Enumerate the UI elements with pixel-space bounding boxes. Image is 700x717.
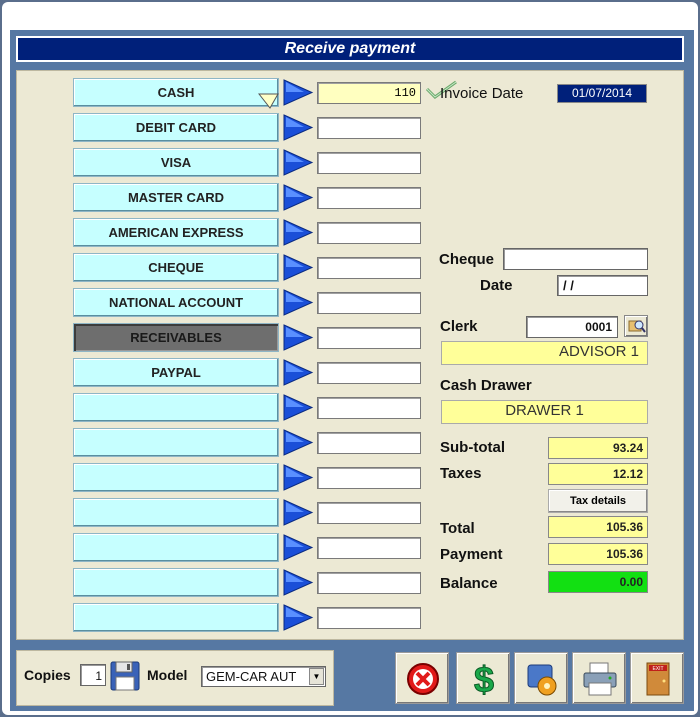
payment-method-button[interactable]: CHEQUE bbox=[73, 253, 279, 282]
payment-method-button[interactable]: PAYPAL bbox=[73, 358, 279, 387]
fill-amount-arrow-icon[interactable] bbox=[282, 253, 314, 282]
payment-method-button[interactable]: CASH bbox=[73, 78, 279, 107]
payment-amount-input[interactable] bbox=[317, 502, 421, 524]
printer-icon bbox=[583, 662, 617, 696]
subtotal-label: Sub-total bbox=[440, 439, 505, 456]
cheque-label: Cheque bbox=[439, 251, 495, 268]
total-label: Total bbox=[440, 520, 475, 537]
invoice-date-label: Invoice Date bbox=[440, 85, 524, 102]
cancel-button[interactable] bbox=[395, 652, 449, 704]
lookup-icon bbox=[628, 320, 646, 333]
payment-amount-input[interactable] bbox=[317, 537, 421, 559]
model-select[interactable]: GEM-CAR AUT ▼ bbox=[201, 666, 326, 687]
payment-label: Payment bbox=[440, 546, 503, 563]
fill-amount-arrow-icon[interactable] bbox=[282, 463, 314, 492]
cheque-date-label: Date bbox=[480, 277, 513, 294]
copies-input[interactable]: 1 bbox=[80, 664, 106, 686]
payment-amount-input[interactable]: 110 bbox=[317, 82, 421, 104]
cash-drawer-display: DRAWER 1 bbox=[441, 400, 648, 424]
gear-icon bbox=[527, 664, 557, 696]
taxes-label: Taxes bbox=[440, 465, 482, 482]
model-label: Model bbox=[147, 667, 188, 683]
fill-amount-arrow-icon[interactable] bbox=[282, 113, 314, 142]
dialog-title: Receive payment bbox=[16, 36, 684, 62]
fill-amount-arrow-icon[interactable] bbox=[282, 603, 314, 632]
cheque-number-input[interactable] bbox=[503, 248, 648, 270]
clerk-label: Clerk bbox=[440, 318, 478, 335]
copies-label: Copies bbox=[24, 667, 71, 683]
payment-amount-input[interactable] bbox=[317, 187, 421, 209]
fill-amount-arrow-icon[interactable] bbox=[282, 533, 314, 562]
clerk-name-display: ADVISOR 1 bbox=[441, 341, 648, 365]
payment-amount-input[interactable] bbox=[317, 152, 421, 174]
svg-text:EXIT: EXIT bbox=[652, 666, 663, 672]
payment-amount-input[interactable] bbox=[317, 362, 421, 384]
fill-amount-arrow-icon[interactable] bbox=[282, 148, 314, 177]
fill-amount-arrow-icon[interactable] bbox=[282, 498, 314, 527]
taxes-value: 12.12 bbox=[548, 463, 648, 485]
chevron-down-icon[interactable]: ▼ bbox=[309, 668, 324, 685]
cheque-date-input[interactable]: / / bbox=[557, 275, 648, 296]
invoice-date-field[interactable]: 01/07/2014 bbox=[557, 84, 647, 103]
payment-method-button[interactable]: NATIONAL ACCOUNT bbox=[73, 288, 279, 317]
fill-amount-arrow-icon[interactable] bbox=[282, 218, 314, 247]
clerk-lookup-button[interactable] bbox=[624, 315, 648, 337]
accept-payment-button[interactable]: $ bbox=[456, 652, 510, 704]
print-button[interactable] bbox=[572, 652, 626, 704]
payment-method-button[interactable]: AMERICAN EXPRESS bbox=[73, 218, 279, 247]
total-value: 105.36 bbox=[548, 516, 648, 538]
tax-details-button[interactable]: Tax details bbox=[548, 489, 648, 513]
payment-method-button[interactable] bbox=[73, 498, 279, 527]
dollar-icon: $ bbox=[473, 659, 494, 699]
save-button[interactable] bbox=[108, 659, 144, 693]
cash-drawer-label: Cash Drawer bbox=[440, 377, 532, 394]
fill-amount-arrow-icon[interactable] bbox=[282, 78, 314, 107]
settings-button[interactable] bbox=[514, 652, 568, 704]
payment-amount-input[interactable] bbox=[317, 397, 421, 419]
fill-amount-arrow-icon[interactable] bbox=[282, 288, 314, 317]
fill-amount-arrow-icon[interactable] bbox=[282, 323, 314, 352]
payment-method-button[interactable]: VISA bbox=[73, 148, 279, 177]
exit-door-icon: EXIT bbox=[646, 662, 670, 696]
payment-amount-input[interactable] bbox=[317, 222, 421, 244]
payment-amount-input[interactable] bbox=[317, 467, 421, 489]
fill-amount-arrow-icon[interactable] bbox=[282, 428, 314, 457]
payment-method-button[interactable]: RECEIVABLES bbox=[73, 323, 279, 352]
payment-amount-input[interactable] bbox=[317, 292, 421, 314]
payment-method-button[interactable] bbox=[73, 603, 279, 632]
payment-method-button[interactable]: MASTER CARD bbox=[73, 183, 279, 212]
fill-amount-arrow-icon[interactable] bbox=[282, 568, 314, 597]
exit-button[interactable]: EXIT bbox=[630, 652, 684, 704]
model-select-value: GEM-CAR AUT bbox=[206, 669, 297, 684]
payment-method-button[interactable] bbox=[73, 428, 279, 457]
payment-method-button[interactable] bbox=[73, 533, 279, 562]
balance-value: 0.00 bbox=[548, 571, 648, 593]
payment-value: 105.36 bbox=[548, 543, 648, 565]
fill-amount-arrow-icon[interactable] bbox=[282, 358, 314, 387]
clerk-code-input[interactable]: 0001 bbox=[526, 316, 618, 338]
payment-amount-input[interactable] bbox=[317, 327, 421, 349]
floppy-disk-icon bbox=[110, 661, 140, 691]
payment-amount-input[interactable] bbox=[317, 117, 421, 139]
payment-amount-input[interactable] bbox=[317, 257, 421, 279]
svg-text:$: $ bbox=[474, 659, 494, 699]
payment-amount-input[interactable] bbox=[317, 572, 421, 594]
payment-method-button[interactable]: DEBIT CARD bbox=[73, 113, 279, 142]
payment-method-button[interactable] bbox=[73, 463, 279, 492]
subtotal-value: 93.24 bbox=[548, 437, 648, 459]
payment-amount-input[interactable] bbox=[317, 432, 421, 454]
balance-label: Balance bbox=[440, 575, 498, 592]
payment-method-button[interactable] bbox=[73, 393, 279, 422]
cancel-icon bbox=[407, 663, 439, 695]
payment-amount-input[interactable] bbox=[317, 607, 421, 629]
pointer-icon bbox=[258, 93, 279, 109]
payment-method-button[interactable] bbox=[73, 568, 279, 597]
fill-amount-arrow-icon[interactable] bbox=[282, 183, 314, 212]
fill-amount-arrow-icon[interactable] bbox=[282, 393, 314, 422]
